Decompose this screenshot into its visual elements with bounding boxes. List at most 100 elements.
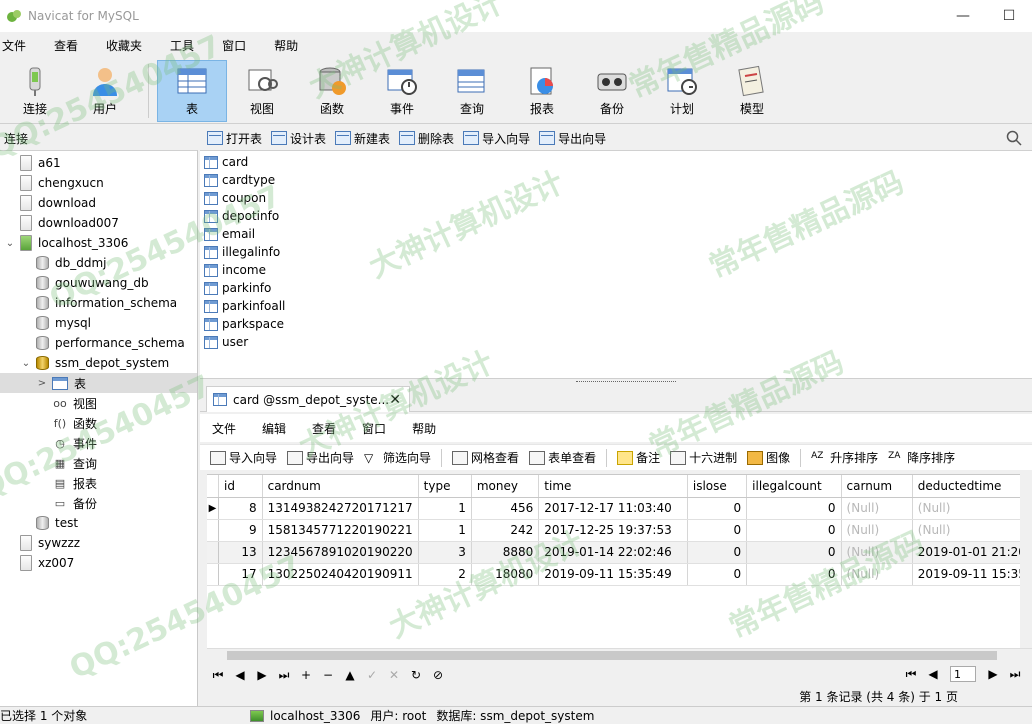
tree-item[interactable]: gouwuwang_db: [0, 273, 197, 293]
table-menu-edit[interactable]: 编辑: [262, 420, 286, 437]
tree-item[interactable]: performance_schema: [0, 333, 197, 353]
delete-record-button[interactable]: −: [317, 668, 339, 682]
table-list-item[interactable]: coupon: [204, 189, 266, 207]
table-row[interactable]: ▶ 8 1314938242720171217 1 456 2017-12-17 11:0…: [207, 497, 1032, 520]
prev-record-button[interactable]: ◀: [229, 668, 251, 682]
column-header[interactable]: cardnum: [262, 475, 419, 498]
table-cell[interactable]: (Null): [841, 519, 913, 542]
tree-item[interactable]: db_ddmj: [0, 253, 197, 273]
design-table-button[interactable]: 设计表: [271, 130, 326, 147]
tree-item[interactable]: > 表: [0, 373, 197, 393]
sort-ascending-button[interactable]: AZ 升序排序: [811, 449, 878, 466]
table-cell[interactable]: 2019-01-01 21:20: [912, 541, 1032, 564]
table-cell[interactable]: 0: [687, 541, 748, 564]
minimize-button[interactable]: —: [940, 0, 986, 32]
menu-help[interactable]: 帮助: [272, 37, 310, 54]
user-button[interactable]: 用户: [70, 60, 140, 122]
table-cell[interactable]: 18080: [471, 563, 540, 586]
grid-export-button[interactable]: 导出向导: [287, 449, 354, 466]
chevron-down-icon[interactable]: ⌄: [4, 238, 16, 249]
refresh-button[interactable]: ↻: [405, 668, 427, 682]
table-cell[interactable]: 9: [218, 519, 263, 542]
column-header[interactable]: money: [471, 475, 540, 498]
table-cell[interactable]: 17: [218, 563, 263, 586]
table-cell[interactable]: 1314938242720171217: [262, 497, 419, 520]
menu-file[interactable]: 文件: [0, 37, 38, 54]
table-list-item[interactable]: parkspace: [204, 315, 284, 333]
table-list-item[interactable]: email: [204, 225, 255, 243]
table-menu-view[interactable]: 查看: [312, 420, 336, 437]
tree-item[interactable]: mysql: [0, 313, 197, 333]
image-button[interactable]: 图像: [747, 449, 790, 466]
search-icon[interactable]: [1006, 130, 1022, 146]
table-cell[interactable]: 0: [687, 563, 748, 586]
column-header[interactable]: islose: [687, 475, 748, 498]
page-number-input[interactable]: 1: [950, 666, 976, 682]
apply-button[interactable]: ✓: [361, 668, 383, 682]
grid-horizontal-scrollbar[interactable]: [207, 648, 1032, 662]
delete-table-button[interactable]: 删除表: [399, 130, 454, 147]
cancel-button[interactable]: ✕: [383, 668, 405, 682]
import-wizard-button[interactable]: 导入向导: [463, 130, 530, 147]
table-cell[interactable]: 1234567891020190220: [262, 541, 419, 564]
add-record-button[interactable]: +: [295, 668, 317, 682]
table-cell[interactable]: 456: [471, 497, 540, 520]
column-header[interactable]: carnum: [841, 475, 913, 498]
menu-view[interactable]: 查看: [52, 37, 90, 54]
table-row[interactable]: 9 1581345771220190221 1 242 2017-12-25 19:37…: [207, 519, 1032, 542]
close-icon[interactable]: ✕: [389, 392, 401, 408]
table-list-item[interactable]: parkinfoall: [204, 297, 285, 315]
grid-view-button[interactable]: 网格查看: [452, 449, 519, 466]
model-button[interactable]: 模型: [717, 60, 787, 122]
table-button[interactable]: 表: [157, 59, 227, 122]
tree-item[interactable]: ▤ 报表: [0, 473, 197, 493]
schedule-button[interactable]: 计划: [647, 60, 717, 122]
column-header[interactable]: type: [418, 475, 472, 498]
tree-item[interactable]: oo 视图: [0, 393, 197, 413]
next-page-button[interactable]: ▶: [982, 667, 1004, 681]
table-cell[interactable]: 0: [687, 497, 748, 520]
last-page-button[interactable]: ⏭: [1004, 667, 1026, 682]
first-record-button[interactable]: ⏮: [207, 668, 229, 683]
data-grid[interactable]: id cardnum type money time islose illegalcount…: [207, 474, 1032, 648]
connect-button[interactable]: 连接: [0, 60, 70, 122]
table-cell[interactable]: 2019-09-11 15:35:49: [538, 563, 688, 586]
function-button[interactable]: 函数: [297, 60, 367, 122]
panel-splitter[interactable]: [200, 378, 1032, 386]
table-list-item[interactable]: income: [204, 261, 266, 279]
table-cell[interactable]: 2019-09-11 15:35: [912, 563, 1032, 586]
table-cell[interactable]: (Null): [841, 563, 913, 586]
table-cell[interactable]: 0: [746, 541, 842, 564]
table-row[interactable]: 13 1234567891020190220 3 8880 2019-01-14 22:…: [207, 541, 1032, 564]
table-menu-file[interactable]: 文件: [212, 420, 236, 437]
table-cell[interactable]: 0: [687, 519, 748, 542]
report-button[interactable]: 报表: [507, 60, 577, 122]
table-list-item[interactable]: user: [204, 333, 248, 351]
stop-button[interactable]: ⊘: [427, 668, 449, 682]
table-cell[interactable]: 8: [218, 497, 263, 520]
last-record-button[interactable]: ⏭: [273, 668, 295, 683]
prev-page-button[interactable]: ◀: [922, 667, 944, 681]
tree-item[interactable]: test: [0, 513, 197, 533]
table-cell[interactable]: 242: [471, 519, 540, 542]
table-cell[interactable]: 1: [418, 519, 472, 542]
table-cell[interactable]: 3: [418, 541, 472, 564]
table-cell[interactable]: (Null): [912, 519, 1032, 542]
table-row[interactable]: 17 1302250240420190911 2 18080 2019-09-11 15…: [207, 563, 1032, 586]
tree-item[interactable]: ⌄ localhost_3306: [0, 233, 197, 253]
query-button[interactable]: 查询: [437, 60, 507, 122]
table-cell[interactable]: 1302250240420190911: [262, 563, 419, 586]
export-wizard-button[interactable]: 导出向导: [539, 130, 606, 147]
tree-item[interactable]: ⌄ ssm_depot_system: [0, 353, 197, 373]
menu-tools[interactable]: 工具: [168, 37, 206, 54]
column-header[interactable]: illegalcount: [746, 475, 842, 498]
tree-item[interactable]: information_schema: [0, 293, 197, 313]
table-cell[interactable]: 8880: [471, 541, 540, 564]
memo-button[interactable]: 备注: [617, 449, 660, 466]
view-button[interactable]: 视图: [227, 60, 297, 122]
table-cell[interactable]: 1581345771220190221: [262, 519, 419, 542]
tree-item[interactable]: sywzzz: [0, 533, 197, 553]
tree-item[interactable]: chengxucn: [0, 173, 197, 193]
tab-card[interactable]: card @ssm_depot_syste... ✕: [206, 386, 410, 412]
tree-item[interactable]: download007: [0, 213, 197, 233]
